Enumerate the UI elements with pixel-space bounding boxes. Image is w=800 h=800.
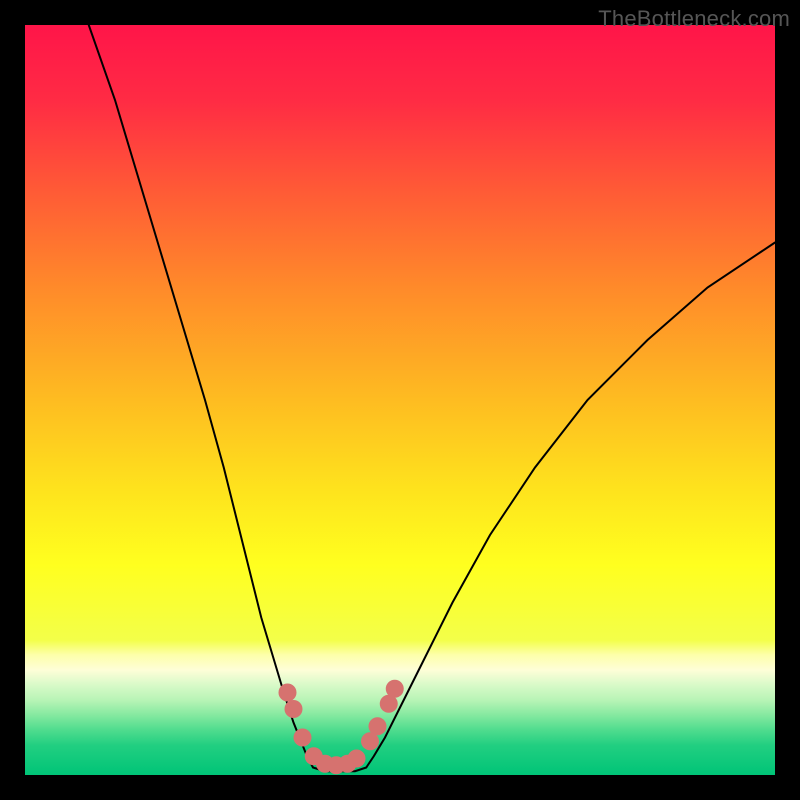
data-marker xyxy=(285,700,303,718)
data-marker xyxy=(279,684,297,702)
chart-frame: TheBottleneck.com xyxy=(0,0,800,800)
data-marker xyxy=(369,717,387,735)
markers-layer xyxy=(25,25,775,775)
plot-area xyxy=(25,25,775,775)
data-marker xyxy=(294,729,312,747)
watermark-text: TheBottleneck.com xyxy=(598,6,790,32)
data-marker xyxy=(386,680,404,698)
data-marker xyxy=(348,750,366,768)
